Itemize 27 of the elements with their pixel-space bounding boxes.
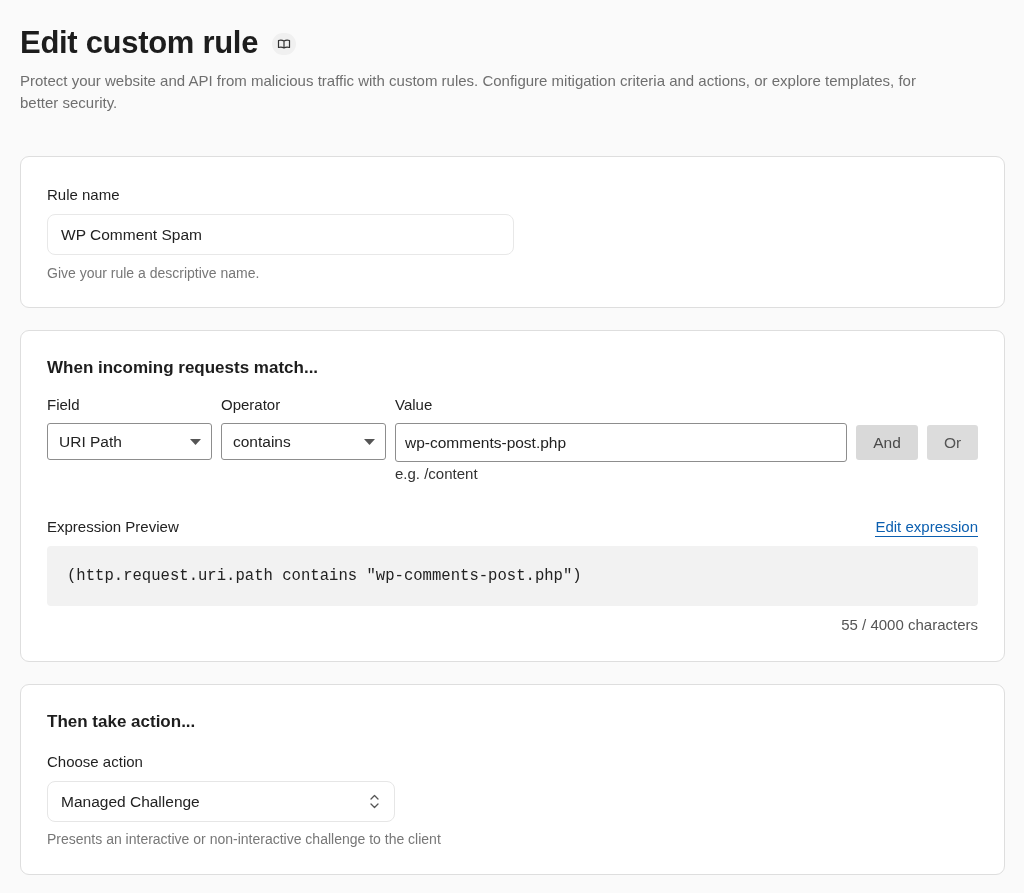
field-label: Value	[395, 395, 434, 415]
chevron-updown-icon	[370, 794, 379, 809]
action-heading: Then take action...	[47, 711, 197, 733]
expression-preview: (http.request.uri.path contains "wp-comments-post.php")	[47, 546, 978, 606]
field-label: Operator	[221, 395, 282, 415]
page-title: Edit custom rule	[20, 24, 259, 62]
action-help: Presents an interactive or non-interactive challenge to the client	[47, 830, 442, 848]
field-label: Field	[47, 395, 81, 415]
or-button[interactable]: Or	[927, 425, 978, 460]
and-button[interactable]: And	[856, 425, 918, 460]
caret-icon	[364, 438, 375, 445]
expression-preview-label: Expression Preview	[47, 517, 179, 537]
action-label: Choose action	[47, 752, 144, 772]
action-select[interactable]: Managed Challenge	[47, 781, 395, 822]
rule-name-input[interactable]: WP Comment Spam	[47, 214, 514, 255]
book-icon[interactable]	[272, 33, 297, 55]
rule-name-label: Rule name	[47, 185, 121, 205]
edit-expression-link[interactable]: Edit expression	[875, 518, 978, 537]
character-count: 55 / 4000 characters	[840, 616, 978, 634]
caret-icon	[190, 438, 201, 445]
page-description: Protect your website and API from malicious traffic with custom rules. Configure mitigation criteria and actions, or explore templates, for better security.	[20, 71, 917, 113]
match-heading: When incoming requests match...	[47, 357, 320, 379]
dropdown-select[interactable]: URI Path	[47, 423, 212, 460]
field-hint: e.g. /content	[395, 464, 479, 484]
value-input[interactable]: wp-comments-post.php	[395, 423, 847, 462]
dropdown-select[interactable]: contains	[221, 423, 386, 460]
rule-name-help: Give your rule a descriptive name.	[47, 264, 261, 282]
